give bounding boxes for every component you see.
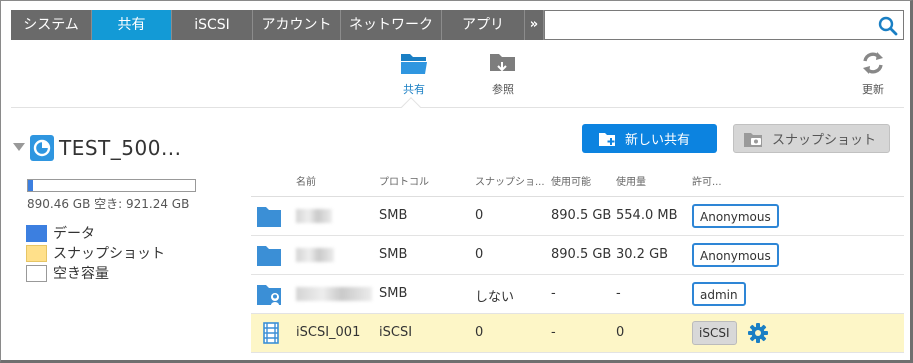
permission-badge-label: Anonymous <box>692 204 779 228</box>
nav-more-button[interactable]: » <box>525 10 544 40</box>
table-row[interactable]: SMB しない - - admin <box>251 275 904 314</box>
nav-apps[interactable]: アプリ <box>442 10 525 40</box>
usage-bar <box>27 179 196 192</box>
share-name: iSCSI_001 <box>296 325 361 340</box>
table-row[interactable]: iSCSI_001 iSCSI 0 - 0 iSCSI <box>251 314 904 353</box>
folder-add-icon <box>599 132 615 146</box>
usage-legend: データ スナップショット 空き容量 <box>26 223 165 283</box>
share-snapshot: しない <box>475 290 515 305</box>
new-share-button[interactable]: 新しい共有 <box>582 124 717 153</box>
legend-label-free: 空き容量 <box>53 266 109 282</box>
collapse-caret-icon[interactable] <box>13 143 25 151</box>
permission-badge[interactable]: admin <box>692 282 746 306</box>
header-used[interactable]: 使用量 <box>616 173 646 188</box>
share-available: 890.5 GB <box>551 208 612 223</box>
share-used: - <box>616 286 621 301</box>
share-name-redacted <box>296 208 332 223</box>
refresh-tool-label: 更新 <box>862 83 884 96</box>
refresh-icon <box>863 52 883 74</box>
permission-badge[interactable]: Anonymous <box>692 243 779 267</box>
new-share-label: 新しい共有 <box>625 133 691 148</box>
usage-text: 890.46 GB 空き: 921.24 GB <box>27 197 190 211</box>
search-box <box>544 10 904 40</box>
legend-swatch-free <box>26 264 47 282</box>
top-nav: システム 共有 iSCSI アカウント ネットワーク アプリ » <box>11 10 904 40</box>
share-snapshot: 0 <box>475 208 484 223</box>
header-permission[interactable]: 許可... <box>692 173 722 188</box>
search-icon[interactable] <box>877 15 899 37</box>
share-used: 30.2 GB <box>616 247 669 262</box>
share-available: - <box>551 325 556 340</box>
volume-name[interactable]: TEST_500... <box>59 136 182 160</box>
nav-account[interactable]: アカウント <box>253 10 341 40</box>
legend-item-free: 空き容量 <box>26 263 165 283</box>
share-tool-label: 共有 <box>403 83 425 96</box>
share-snapshot: 0 <box>475 247 484 262</box>
permission-badge-label: Anonymous <box>692 243 779 267</box>
legend-swatch-data <box>26 224 47 242</box>
table-header: 名前 プロトコル スナップショ... 使用可能 使用量 許可... <box>251 168 904 197</box>
permission-badge[interactable]: iSCSI <box>692 321 737 345</box>
share-snapshot: 0 <box>475 325 484 340</box>
share-protocol: SMB <box>379 286 408 301</box>
folder-icon <box>257 246 281 266</box>
legend-label-snapshot: スナップショット <box>53 246 165 262</box>
share-protocol: iSCSI <box>379 325 413 340</box>
share-tool[interactable]: 共有 <box>394 50 434 97</box>
permission-badge[interactable]: Anonymous <box>692 204 779 228</box>
snapshot-button[interactable]: スナップショット <box>733 124 890 153</box>
legend-swatch-snapshot <box>26 244 47 262</box>
share-table: 名前 プロトコル スナップショ... 使用可能 使用量 許可... SMB 0 … <box>251 168 904 353</box>
legend-label-data: データ <box>53 226 95 242</box>
nav-network[interactable]: ネットワーク <box>341 10 442 40</box>
header-protocol[interactable]: プロトコル <box>379 173 429 188</box>
permission-badge-label: admin <box>692 282 746 306</box>
header-name[interactable]: 名前 <box>296 173 316 188</box>
header-available[interactable]: 使用可能 <box>551 173 591 188</box>
folder-browse-icon <box>490 54 515 72</box>
nav-iscsi[interactable]: iSCSI <box>172 10 253 40</box>
folder-icon <box>257 207 281 227</box>
usage-bar-fill <box>28 180 33 191</box>
browse-tool[interactable]: 参照 <box>483 50 523 97</box>
snapshot-label: スナップショット <box>772 133 877 148</box>
toolbar-divider <box>11 107 904 108</box>
share-protocol: SMB <box>379 208 408 223</box>
search-input[interactable] <box>545 11 875 39</box>
table-row[interactable]: SMB 0 890.5 GB 30.2 GB Anonymous <box>251 236 904 275</box>
share-protocol: SMB <box>379 247 408 262</box>
volume-icon <box>30 135 54 161</box>
share-name-redacted <box>296 286 372 301</box>
share-used: 554.0 MB <box>616 208 678 223</box>
gear-icon[interactable] <box>748 323 768 343</box>
share-name-redacted <box>296 247 334 262</box>
nav-system[interactable]: システム <box>11 10 92 40</box>
header-snapshot[interactable]: スナップショ... <box>475 173 545 188</box>
user-folder-icon <box>257 285 281 305</box>
iscsi-target-icon <box>263 322 279 344</box>
legend-item-snapshot: スナップショット <box>26 243 165 263</box>
share-available: - <box>551 286 556 301</box>
permission-badge-label: iSCSI <box>692 321 737 345</box>
folder-open-icon <box>401 54 427 74</box>
share-available: 890.5 GB <box>551 247 612 262</box>
browse-tool-label: 参照 <box>492 83 514 96</box>
camera-icon <box>744 132 762 147</box>
table-row[interactable]: SMB 0 890.5 GB 554.0 MB Anonymous <box>251 197 904 236</box>
nav-share[interactable]: 共有 <box>92 10 172 40</box>
refresh-tool[interactable]: 更新 <box>853 50 893 97</box>
legend-item-data: データ <box>26 223 165 243</box>
share-used: 0 <box>616 325 625 340</box>
